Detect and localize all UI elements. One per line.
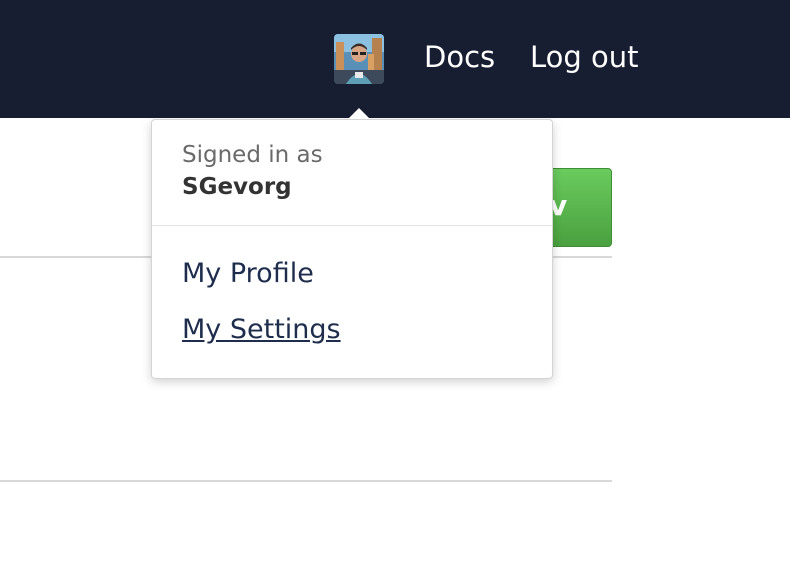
content-divider-bottom (0, 480, 612, 482)
top-navbar: Docs Log out (0, 0, 790, 118)
my-profile-menu-item[interactable]: My Profile (182, 256, 314, 292)
signed-in-username: SGevorg (182, 174, 292, 200)
dropdown-divider (152, 225, 552, 226)
avatar-photo (334, 34, 384, 84)
logout-link[interactable]: Log out (530, 38, 639, 76)
user-dropdown-menu: Signed in as SGevorg My Profile My Setti… (151, 119, 553, 379)
dropdown-caret (348, 108, 370, 119)
user-avatar[interactable] (334, 34, 384, 84)
docs-link[interactable]: Docs (424, 38, 495, 76)
signed-in-label: Signed in as (182, 142, 323, 168)
my-settings-menu-item[interactable]: My Settings (182, 312, 341, 348)
